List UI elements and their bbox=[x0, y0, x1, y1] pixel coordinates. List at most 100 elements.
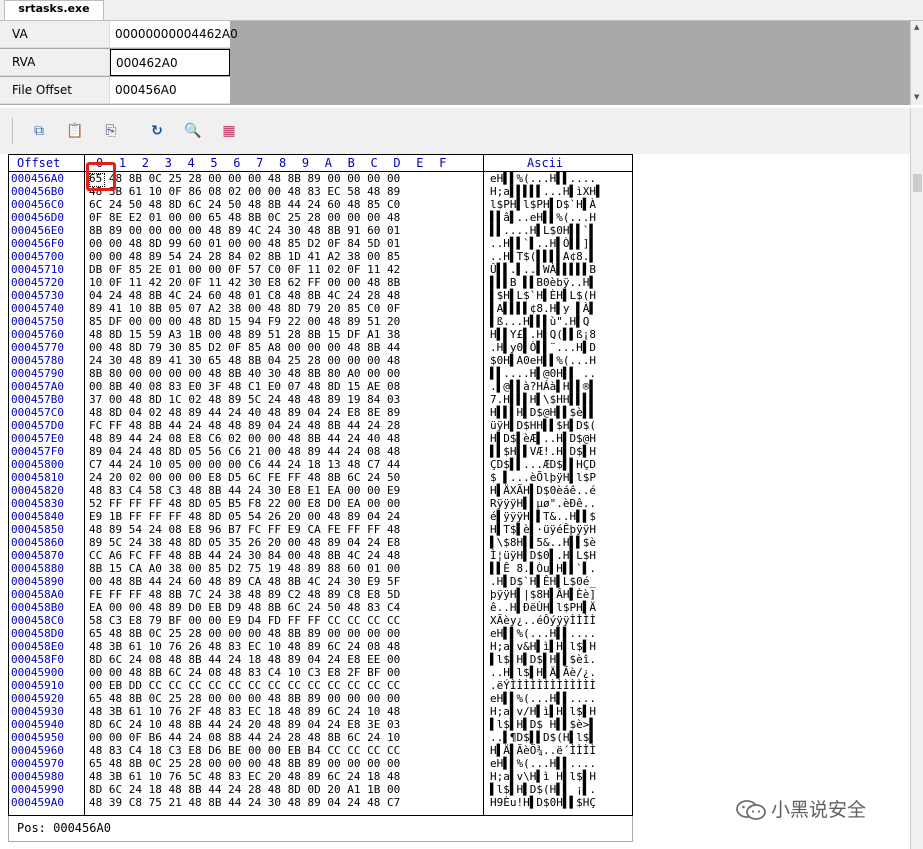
row-ascii[interactable]: ▌l$▌H▌D$▌H▌▌$èî. bbox=[490, 653, 596, 666]
row-ascii[interactable]: H;a▌v\H▌ì H▌l$▌H bbox=[490, 770, 596, 783]
row-ascii[interactable]: eH▌▌%(...H▌▌.... bbox=[490, 692, 596, 705]
hex-row[interactable]: 00045980 48 3B 61 10 76 5C 48 83 EC 20 48… bbox=[9, 770, 632, 783]
row-hex-bytes[interactable]: 52 FF FF FF 48 8D 05 B5 F8 22 00 E8 D0 E… bbox=[89, 497, 400, 510]
hex-row[interactable]: 00045990 8D 6C 24 18 48 8B 44 24 28 48 8D… bbox=[9, 783, 632, 796]
row-ascii[interactable]: ..H▌l$▌H▌Ä▌Ãè/¿. bbox=[490, 666, 596, 679]
row-hex-bytes[interactable]: DB 0F 85 2E 01 00 00 0F 57 C0 0F 11 02 0… bbox=[89, 263, 400, 276]
row-hex-bytes[interactable]: 48 8D 15 59 A3 1B 00 48 89 51 28 8B 15 D… bbox=[89, 328, 400, 341]
row-hex-bytes[interactable]: 24 30 48 89 41 30 65 48 8B 04 25 28 00 0… bbox=[89, 354, 400, 367]
row-ascii[interactable]: ▌▌....H▌@0H▌▌ .. bbox=[490, 367, 596, 380]
hex-row[interactable]: 00045710 DB 0F 85 2E 01 00 00 0F 57 C0 0F… bbox=[9, 263, 632, 276]
row-hex-bytes[interactable]: 65 48 8B 0C 25 28 00 00 00 48 8B 89 00 0… bbox=[89, 757, 400, 770]
hex-row[interactable]: 00045900 00 00 48 8B 6C 24 08 48 83 C4 10… bbox=[9, 666, 632, 679]
hex-row[interactable]: 000457C0 48 8D 04 02 48 89 44 24 40 48 89… bbox=[9, 406, 632, 419]
hex-row[interactable]: 000457D0 FC FF 48 8B 44 24 48 48 89 04 24… bbox=[9, 419, 632, 432]
row-hex-bytes[interactable]: 48 83 C4 18 C3 E8 D6 BE 00 00 EB B4 CC C… bbox=[89, 744, 400, 757]
hex-row[interactable]: 00045810 24 20 02 00 00 00 E8 D5 6C FE FF… bbox=[9, 471, 632, 484]
row-hex-bytes[interactable]: C7 44 24 10 05 00 00 00 C6 44 24 18 13 4… bbox=[89, 458, 400, 471]
row-hex-bytes[interactable]: 00 EB DD CC CC CC CC CC CC CC CC CC CC C… bbox=[89, 679, 400, 692]
hex-row[interactable]: 000458B0 EA 00 00 48 89 D0 EB D9 48 8B 6C… bbox=[9, 601, 632, 614]
hex-row[interactable]: 00045950 00 00 0F B6 44 24 08 88 44 24 28… bbox=[9, 731, 632, 744]
row-hex-bytes[interactable]: 8D 6C 24 10 48 8B 44 24 20 48 89 04 24 E… bbox=[89, 718, 400, 731]
hex-row[interactable]: 00045840 E9 1B FF FF FF 48 8D 05 54 26 20… bbox=[9, 510, 632, 523]
row-ascii[interactable]: .ëÝÌÌÌÌÌÌÌÌÌÌÌÌÌ bbox=[490, 679, 596, 692]
row-ascii[interactable]: $0H▌A0eH▌▌%(...H bbox=[490, 354, 596, 367]
hex-row[interactable]: 000459A0 48 39 C8 75 21 48 8B 44 24 30 48… bbox=[9, 796, 632, 809]
hex-row[interactable]: 000456D0 0F 8E E2 01 00 00 65 48 8B 0C 25… bbox=[9, 211, 632, 224]
hex-row[interactable]: 00045920 65 48 8B 0C 25 28 00 00 00 48 8B… bbox=[9, 692, 632, 705]
row-ascii[interactable]: ▌ß...H▌▌▌ù".H▌Q bbox=[490, 315, 596, 328]
row-hex-bytes[interactable]: 89 41 10 8B 05 07 A2 38 00 48 8D 79 20 8… bbox=[89, 302, 400, 315]
scroll-up-icon[interactable]: ▲ bbox=[914, 23, 919, 31]
hex-row[interactable]: 00045760 48 8D 15 59 A3 1B 00 48 89 51 28… bbox=[9, 328, 632, 341]
hex-row[interactable]: 000458F0 8D 6C 24 08 48 8B 44 24 18 48 89… bbox=[9, 653, 632, 666]
row-hex-bytes[interactable]: 65 48 8B 0C 25 28 00 00 00 48 8B 89 00 0… bbox=[89, 692, 400, 705]
row-hex-bytes[interactable]: 37 00 48 8D 1C 02 48 89 5C 24 48 48 89 1… bbox=[89, 393, 400, 406]
row-hex-bytes[interactable]: E9 1B FF FF FF 48 8D 05 54 26 20 00 48 8… bbox=[89, 510, 400, 523]
row-ascii[interactable]: .▌@▌▌à?HÁà▌H▌▌®▌ bbox=[490, 380, 596, 393]
row-hex-bytes[interactable]: 48 83 C4 58 C3 48 8B 44 24 30 E8 E1 EA 0… bbox=[89, 484, 400, 497]
hex-row[interactable]: 00045700 00 00 48 89 54 24 28 84 02 8B 1D… bbox=[9, 250, 632, 263]
va-field[interactable]: 00000000004462A0 bbox=[110, 21, 238, 48]
row-ascii[interactable]: ..H▌T$(▌▌▌▌A¢8.▌ bbox=[490, 250, 596, 263]
row-hex-bytes[interactable]: 04 24 48 8B 4C 24 60 48 01 C8 48 8B 4C 2… bbox=[89, 289, 400, 302]
row-ascii[interactable]: eH▌▌%(...H▌▌.... bbox=[490, 172, 596, 185]
row-hex-bytes[interactable]: 00 00 48 89 54 24 28 84 02 8B 1D 41 A2 3… bbox=[89, 250, 400, 263]
row-ascii[interactable]: þÿÿH▌|$8H▌ÂH▌Èè] bbox=[490, 588, 596, 601]
row-hex-bytes[interactable]: 8B 80 00 00 00 00 48 8B 40 30 48 8B 80 A… bbox=[89, 367, 400, 380]
hex-row[interactable]: 000456E0 8B 89 00 00 00 00 48 89 4C 24 30… bbox=[9, 224, 632, 237]
hex-row[interactable]: 00045720 10 0F 11 42 20 0F 11 42 30 E8 62… bbox=[9, 276, 632, 289]
row-ascii[interactable]: ▌$H▌L$`H▌ÈH▌L$(H bbox=[490, 289, 596, 302]
row-hex-bytes[interactable]: 8B 15 CA A0 38 00 85 D2 75 19 48 89 88 6… bbox=[89, 562, 400, 575]
row-ascii[interactable]: ..H▌▌`▌..H▌Ò▌▌]▌ bbox=[490, 237, 596, 250]
row-hex-bytes[interactable]: 00 00 0F B6 44 24 08 88 44 24 28 48 8B 6… bbox=[89, 731, 400, 744]
row-ascii[interactable]: H▌ÄXÃH▌D$0èáê..é bbox=[490, 484, 596, 497]
hex-row[interactable]: 000458C0 58 C3 E8 79 BF 00 00 E9 D4 FD FF… bbox=[9, 614, 632, 627]
row-hex-bytes[interactable]: 48 3B 61 10 76 26 48 83 EC 10 48 89 6C 2… bbox=[89, 640, 400, 653]
row-hex-bytes[interactable]: 0F 8E E2 01 00 00 65 48 8B 0C 25 28 00 0… bbox=[89, 211, 400, 224]
row-hex-bytes[interactable]: 48 89 44 24 08 E8 C6 02 00 00 48 8B 44 2… bbox=[89, 432, 400, 445]
row-ascii[interactable]: H▌Ä▌ÃèÖ¾..ë´ÌÌÌÌ bbox=[490, 744, 596, 757]
row-ascii[interactable]: 7.H▌▌▌H▌\$HH▌▌▌▌ bbox=[490, 393, 596, 406]
hex-row[interactable]: 00045960 48 83 C4 18 C3 E8 D6 BE 00 00 EB… bbox=[9, 744, 632, 757]
hex-row[interactable]: 00045830 52 FF FF FF 48 8D 05 B5 F8 22 00… bbox=[9, 497, 632, 510]
row-ascii[interactable]: H;a▌▌▌▌▌...H▌ìXH▌ bbox=[490, 185, 603, 198]
row-ascii[interactable]: ▌l$▌H▌D$(H▌▌ ¡▌. bbox=[490, 783, 596, 796]
hex-row[interactable]: 000457F0 89 04 24 48 8D 05 56 C6 21 00 48… bbox=[9, 445, 632, 458]
hex-view[interactable]: Offset 0 1 2 3 4 5 6 7 8 9 A B C D E F A… bbox=[8, 154, 633, 816]
row-ascii[interactable]: XÃèy¿..éÔýÿÿÌÌÌÌ bbox=[490, 614, 596, 627]
hex-row[interactable]: 00045860 89 5C 24 38 48 8D 05 35 26 20 00… bbox=[9, 536, 632, 549]
row-ascii[interactable]: H▌▌▌H▌D$@H▌▌$è▌▌ bbox=[490, 406, 596, 419]
row-ascii[interactable]: ▌A▌▌▌▌¢8.H▌y ▌À▌ bbox=[490, 302, 596, 315]
hex-row[interactable]: 00045880 8B 15 CA A0 38 00 85 D2 75 19 48… bbox=[9, 562, 632, 575]
hex-row[interactable]: 00045730 04 24 48 8B 4C 24 60 48 01 C8 48… bbox=[9, 289, 632, 302]
row-hex-bytes[interactable]: 48 3B 61 10 76 2F 48 83 EC 18 48 89 6C 2… bbox=[89, 705, 400, 718]
row-hex-bytes[interactable]: 24 20 02 00 00 00 E8 D5 6C FE FF 48 8B 6… bbox=[89, 471, 400, 484]
row-hex-bytes[interactable]: 85 DF 00 00 00 48 8D 15 94 F9 22 00 48 8… bbox=[89, 315, 400, 328]
paste-button[interactable]: 📋 bbox=[64, 120, 86, 142]
row-hex-bytes[interactable]: 48 8D 04 02 48 89 44 24 40 48 89 04 24 E… bbox=[89, 406, 400, 419]
row-hex-bytes[interactable]: FC FF 48 8B 44 24 48 48 89 04 24 48 8B 4… bbox=[89, 419, 400, 432]
hex-row[interactable]: 00045770 00 48 8D 79 30 85 D2 0F 85 A8 00… bbox=[9, 341, 632, 354]
row-hex-bytes[interactable]: 65 48 8B 0C 25 28 00 00 00 48 8B 89 00 0… bbox=[89, 172, 400, 185]
hex-row[interactable]: 000457B0 37 00 48 8D 1C 02 48 89 5C 24 48… bbox=[9, 393, 632, 406]
scroll-thumb[interactable] bbox=[913, 174, 922, 192]
row-hex-bytes[interactable]: 58 C3 E8 79 BF 00 00 E9 D4 FD FF FF CC C… bbox=[89, 614, 400, 627]
copy-button[interactable]: ⧉ bbox=[28, 120, 50, 142]
row-ascii[interactable]: eH▌▌%(...H▌▌.... bbox=[490, 757, 596, 770]
hex-row[interactable]: 00045780 24 30 48 89 41 30 65 48 8B 04 25… bbox=[9, 354, 632, 367]
row-ascii[interactable]: eH▌▌%(...H▌▌.... bbox=[490, 627, 596, 640]
row-hex-bytes[interactable]: 00 48 8D 79 30 85 D2 0F 85 A8 00 00 00 4… bbox=[89, 341, 400, 354]
row-ascii[interactable]: l$PH▌l$PH▌D$`H▌À bbox=[490, 198, 596, 211]
row-ascii[interactable]: H;a▌v&H▌ì▌H▌l$▌H bbox=[490, 640, 596, 653]
hex-row[interactable]: 00045970 65 48 8B 0C 25 28 00 00 00 48 8B… bbox=[9, 757, 632, 770]
rva-field[interactable]: 000462A0 bbox=[110, 49, 230, 76]
row-ascii[interactable]: ▌▌▌B ▌▌B0èbÿ..H▌ bbox=[490, 276, 596, 289]
hex-row[interactable]: 000456F0 00 00 48 8D 99 60 01 00 00 48 85… bbox=[9, 237, 632, 250]
hex-row[interactable]: 000458D0 65 48 8B 0C 25 28 00 00 00 48 8B… bbox=[9, 627, 632, 640]
hex-row[interactable]: 00045820 48 83 C4 58 C3 48 8B 44 24 30 E8… bbox=[9, 484, 632, 497]
hex-row[interactable]: 000457E0 48 89 44 24 08 E8 C6 02 00 00 48… bbox=[9, 432, 632, 445]
row-ascii[interactable]: ▌▌$H▌▌VÆ!.H▌D$▌H bbox=[490, 445, 596, 458]
row-hex-bytes[interactable]: 48 39 C8 75 21 48 8B 44 24 30 48 89 04 2… bbox=[89, 796, 400, 809]
hex-row[interactable]: 000457A0 00 8B 40 08 83 E0 3F 48 C1 E0 07… bbox=[9, 380, 632, 393]
